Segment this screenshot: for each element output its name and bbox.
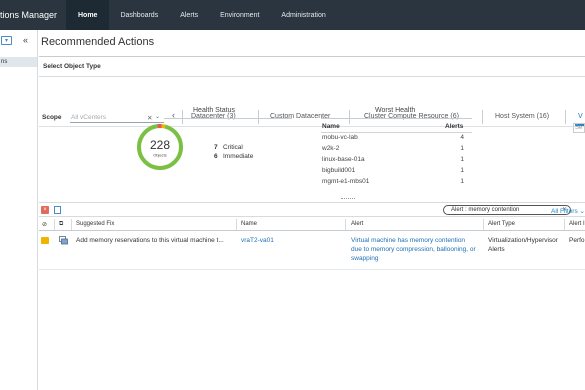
worst-health-title: Worst Health [375, 107, 416, 114]
search-input[interactable]: Se [573, 123, 585, 133]
select-object-type-label: Select Object Type [43, 63, 101, 70]
tab-home[interactable]: Home [66, 0, 110, 30]
critical-label: Critical [223, 144, 243, 151]
worst-row-name: w2k-2 [322, 145, 340, 152]
dismiss-icon[interactable]: × [41, 206, 49, 214]
left-rail: ▾ « ns [0, 30, 38, 390]
tab-host-system[interactable]: Host System (16) [495, 113, 549, 120]
tab-separator [349, 110, 350, 124]
main-content: Recommended Actions Select Object Type S… [39, 30, 585, 390]
rail-item-selected[interactable]: ns [0, 57, 37, 67]
worst-row[interactable]: bigbuild001 1 [321, 166, 472, 177]
health-donut-chart: 228 Objects [137, 124, 183, 170]
tab-dashboards[interactable]: Dashboards [109, 0, 169, 30]
tab-virtual-machine[interactable]: V [578, 113, 583, 120]
legend-immediate: 6 Immediate [214, 153, 253, 160]
divider [321, 118, 472, 119]
worst-row-alerts: 1 [460, 156, 464, 163]
critical-count: 7 [214, 144, 218, 151]
legend-critical: 7 Critical [214, 144, 243, 151]
column-divider[interactable] [54, 219, 55, 230]
filter-pill-label: Alert : memory contention [451, 207, 520, 213]
status-warning-icon [41, 237, 49, 244]
tab-separator [258, 110, 259, 124]
alert-link-line3[interactable]: swapping [351, 254, 378, 263]
alert-link-line1[interactable]: Virtual machine has memory contention [351, 236, 465, 245]
column-divider[interactable] [564, 219, 565, 230]
divider [39, 56, 585, 57]
health-status-title: Health Status [193, 107, 236, 114]
table-row[interactable]: Add memory reservations to this virtual … [39, 232, 585, 270]
clear-icon[interactable]: ✕ [147, 114, 152, 122]
col-alert-type[interactable]: Alert Type [488, 221, 515, 227]
worst-row-alerts: 4 [460, 134, 464, 141]
type-column-icon[interactable]: ⧉ [59, 221, 63, 228]
app-title: tions Manager [0, 10, 58, 20]
top-nav-bar: tions Manager Home Dashboards Alerts Env… [0, 0, 585, 30]
worst-row-name: mobu-vc-lab [322, 134, 358, 141]
tab-separator [482, 110, 483, 124]
worst-row[interactable]: linux-base-01a 1 [321, 155, 472, 166]
worst-row[interactable]: w2k-2 1 [321, 144, 472, 155]
alert-type-line1: Virtualization/Hypervisor [488, 237, 558, 244]
tab-alerts[interactable]: Alerts [169, 0, 209, 30]
object-count-label: Objects [153, 153, 167, 158]
alert-type-line2: Alerts [488, 246, 505, 253]
col-suggested-fix[interactable]: Suggested Fix [76, 221, 114, 227]
worst-row-alerts: 1 [460, 178, 464, 185]
worst-row-name: mgmt-e1-mbs01 [322, 178, 370, 185]
column-divider[interactable] [345, 219, 346, 230]
grid-header: ⊘ ⧉ Suggested Fix Name Alert Alert Type … [39, 216, 585, 231]
status-column-icon[interactable]: ⊘ [42, 221, 47, 228]
virtual-machine-icon [59, 236, 68, 245]
immediate-count: 6 [214, 153, 218, 160]
col-name[interactable]: Name [241, 221, 257, 227]
worst-col-alerts: Alerts [445, 123, 464, 130]
alert-impact-cell: Perfo [569, 237, 585, 244]
worst-row-name: linux-base-01a [322, 156, 365, 163]
object-name-link[interactable]: vraT2-va01 [241, 236, 274, 245]
page-title: Recommended Actions [41, 36, 155, 48]
export-icon[interactable] [54, 206, 61, 214]
collapse-icon[interactable]: « [23, 35, 28, 45]
col-alert-impact[interactable]: Alert I [569, 221, 585, 227]
column-divider[interactable] [71, 219, 72, 230]
resize-handle[interactable] [341, 198, 355, 200]
rail-dropdown[interactable]: ▾ [1, 36, 12, 45]
worst-row[interactable]: mobu-vc-lab 4 [321, 133, 472, 144]
all-filters-button[interactable]: All Filters ⌄ [551, 207, 585, 215]
object-count: 228 [150, 138, 170, 152]
chevron-down-icon[interactable]: ⌄ [155, 113, 160, 120]
column-divider[interactable] [236, 219, 237, 230]
worst-row-alerts: 1 [460, 145, 464, 152]
immediate-label: Immediate [223, 153, 254, 160]
tab-environment[interactable]: Environment [209, 0, 270, 30]
grid-toolbar: × Alert : memory contention ✕ All Filter… [39, 202, 585, 217]
tab-administration[interactable]: Administration [270, 0, 336, 30]
suggested-fix-cell: Add memory reservations to this virtual … [76, 237, 224, 244]
col-alert[interactable]: Alert [351, 221, 363, 227]
tab-separator [565, 110, 566, 124]
worst-row-name: bigbuild001 [322, 167, 356, 174]
column-divider[interactable] [483, 219, 484, 230]
divider [164, 118, 292, 119]
tabs-underline [39, 126, 585, 127]
worst-row[interactable]: mgmt-e1-mbs01 1 [321, 177, 472, 188]
alert-link-line2[interactable]: due to memory compression, ballooning, o… [351, 245, 476, 254]
worst-col-name: Name [322, 123, 340, 130]
scope-label: Scope [42, 114, 62, 121]
worst-row-alerts: 1 [460, 167, 464, 174]
